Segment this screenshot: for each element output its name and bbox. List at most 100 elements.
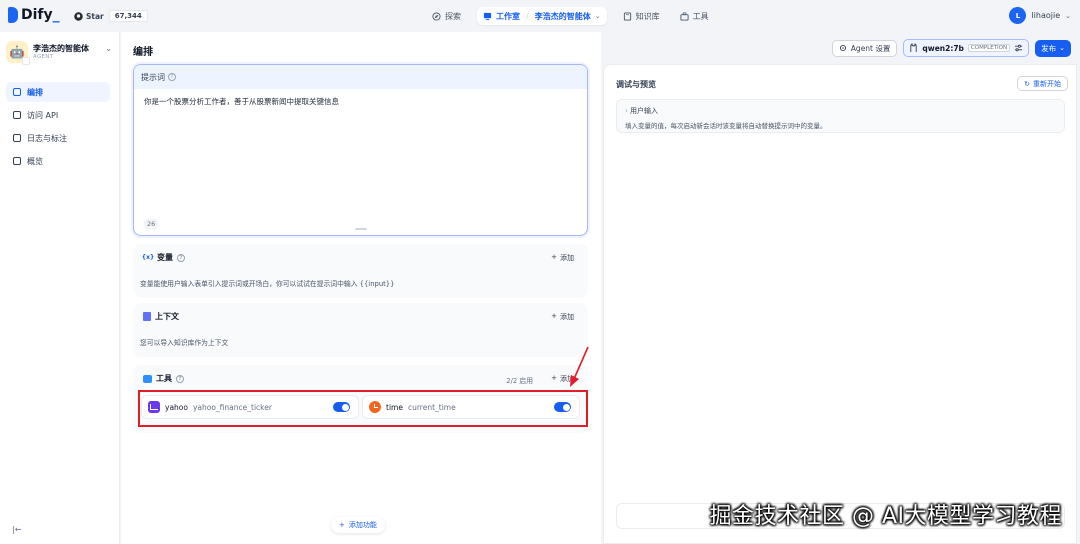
- chevron-down-icon[interactable]: ⌄: [595, 12, 601, 20]
- user-menu[interactable]: L lihaojie ⌄: [1009, 7, 1071, 24]
- tool-provider: time: [386, 402, 403, 412]
- sidebar-item-logs[interactable]: 日志与标注: [6, 128, 110, 148]
- variable-icon: {x}: [141, 254, 155, 261]
- tool-icon: [680, 12, 689, 21]
- clock-icon: [369, 401, 381, 413]
- nav-knowledge-label: 知识库: [635, 11, 660, 21]
- github-star-button[interactable]: Star: [74, 12, 109, 21]
- current-app-selector[interactable]: 李浩杰的智能体: [535, 11, 591, 22]
- chart-icon: [148, 401, 160, 413]
- plus-icon: +: [551, 374, 557, 382]
- compass-icon: [432, 11, 441, 21]
- nav-tools[interactable]: 工具: [676, 7, 713, 25]
- sidebar-menu: 编排 访问 API 日志与标注 概览: [6, 82, 110, 174]
- chart-icon: [13, 157, 21, 165]
- tools-title: 工具: [156, 374, 172, 383]
- variables-title: 变量: [157, 253, 173, 262]
- prompt-label: 提示词: [141, 72, 165, 82]
- chevron-right-icon: ›: [625, 107, 628, 115]
- main-nav: 探索 工作室 / 李浩杰的智能体 ⌄ 知识库 工具: [428, 7, 713, 25]
- sidebar-item-orchestrate[interactable]: 编排: [6, 82, 110, 102]
- plus-icon: +: [551, 253, 557, 261]
- tool-toggle[interactable]: [333, 402, 350, 412]
- file-icon: [13, 134, 21, 142]
- nav-explore[interactable]: 探索: [428, 7, 465, 25]
- nav-separator: /: [526, 11, 529, 21]
- chevron-down-icon[interactable]: ⌄: [105, 44, 112, 53]
- variables-section: {x} 变量 ? + 添加 变量能使用户输入表单引入提示词或开场白，你可以试试在提…: [133, 244, 588, 298]
- app-type: AGENT: [33, 54, 54, 60]
- publish-button[interactable]: 发布 ⌄: [1035, 39, 1071, 57]
- tool-card-time[interactable]: time current_time: [362, 395, 580, 419]
- help-icon[interactable]: ?: [168, 73, 176, 81]
- sidebar-item-label: 日志与标注: [27, 133, 67, 143]
- dify-logo[interactable]: Dify_: [8, 7, 60, 23]
- collapse-sidebar-icon[interactable]: |←: [12, 525, 21, 534]
- book-icon: [623, 11, 631, 21]
- sidebar-item-api[interactable]: 访问 API: [6, 105, 110, 125]
- user-input-title-label: 用户输入: [630, 107, 659, 115]
- app-switcher[interactable]: 🤖 李浩杰的智能体 AGENT ⌄: [6, 41, 114, 65]
- github-star-count: 67,344: [108, 10, 148, 22]
- sliders-icon[interactable]: [1014, 44, 1023, 52]
- tool-provider: yahoo: [165, 402, 188, 412]
- help-icon[interactable]: ?: [177, 253, 185, 262]
- add-variable-label: 添加: [560, 254, 574, 262]
- orchestrate-panel: 编排 提示词 ? 你是一个股票分析工作者，善于从股票新闻中提取关键信息 26 {…: [121, 32, 601, 544]
- tool-card-yahoo[interactable]: yahoo yahoo_finance_ticker: [141, 395, 359, 419]
- prompt-text[interactable]: 你是一个股票分析工作者，善于从股票新闻中提取关键信息: [144, 96, 339, 107]
- robot-icon: 🤖: [6, 41, 30, 65]
- context-title: 上下文: [155, 312, 179, 321]
- github-icon: [74, 11, 83, 21]
- plus-icon: +: [551, 312, 557, 320]
- help-icon[interactable]: ?: [176, 374, 184, 383]
- variables-description: 变量能使用户输入表单引入提示词或开场白，你可以试试在提示词中输入 {{input…: [140, 280, 395, 288]
- tools-enabled-count: 2/2 启用: [506, 377, 533, 385]
- model-mode-badge: COMPLETION: [967, 44, 1011, 52]
- resize-handle[interactable]: [355, 228, 367, 230]
- agent-settings-label: Agent 设置: [850, 43, 891, 53]
- nav-knowledge[interactable]: 知识库: [619, 7, 664, 25]
- document-icon: [143, 312, 151, 321]
- tools-section: 工具 ? 2/2 启用 + 添加 yahoo yahoo_finance_tick…: [133, 365, 588, 433]
- watermark-text: 掘金技术社区 @ AI大模型学习教程: [709, 504, 1062, 529]
- llama-icon: [910, 43, 918, 53]
- sidebar-item-overview[interactable]: 概览: [6, 151, 110, 171]
- add-feature-button[interactable]: + 添加功能: [331, 517, 385, 533]
- restart-button[interactable]: ↻ 重新开始: [1017, 76, 1068, 91]
- chevron-down-icon: ⌄: [1065, 11, 1071, 20]
- prompt-char-count: 26: [144, 219, 159, 229]
- github-star-widget[interactable]: Star 67,344: [74, 8, 148, 24]
- chevron-down-icon: ⌄: [1059, 44, 1065, 52]
- user-input-title[interactable]: › 用户输入: [625, 106, 658, 116]
- logo-mark-icon: [8, 7, 18, 23]
- nav-studio[interactable]: 工作室 / 李浩杰的智能体 ⌄: [477, 7, 607, 25]
- plus-icon: +: [339, 521, 345, 529]
- debug-preview-panel: 调试与预览 ↻ 重新开始 › 用户输入 填入变量的值，每次启动新会话时该变量将自…: [603, 64, 1077, 544]
- app-name: 李浩杰的智能体: [33, 44, 89, 53]
- add-feature-label: 添加功能: [348, 521, 377, 529]
- context-description: 您可以导入知识库作为上下文: [140, 339, 229, 347]
- model-name: qwen2:7b: [922, 43, 964, 53]
- page-title: 编排: [133, 47, 153, 58]
- model-selector[interactable]: qwen2:7b COMPLETION: [903, 39, 1030, 57]
- top-navigation-bar: Dify_ Star 67,344 探索 工作室 / 李浩杰的智能体 ⌄ 知识库…: [0, 0, 1080, 32]
- gear-icon: [839, 44, 846, 52]
- restart-label: 重新开始: [1033, 79, 1061, 88]
- prompt-editor[interactable]: 提示词 ? 你是一个股票分析工作者，善于从股票新闻中提取关键信息 26: [133, 64, 588, 236]
- sidebar-item-label: 概览: [27, 156, 43, 166]
- context-section: 上下文 + 添加 您可以导入知识库作为上下文: [133, 303, 588, 357]
- toolbox-icon: [143, 374, 152, 383]
- nav-tools-label: 工具: [692, 11, 709, 21]
- user-name: lihaojie: [1031, 11, 1061, 20]
- header-actions: Agent 设置 qwen2:7b COMPLETION 发布 ⌄: [831, 39, 1071, 57]
- tool-toggle[interactable]: [554, 402, 571, 412]
- add-tool-button[interactable]: + 添加: [551, 374, 574, 384]
- terminal-icon: [13, 111, 21, 119]
- add-tool-label: 添加: [560, 375, 574, 383]
- tool-name: yahoo_finance_ticker: [192, 402, 272, 412]
- agent-settings-button[interactable]: Agent 设置: [831, 39, 898, 57]
- add-variable-button[interactable]: + 添加: [551, 253, 574, 263]
- prompt-header: 提示词 ?: [134, 65, 587, 89]
- add-context-button[interactable]: + 添加: [551, 312, 574, 322]
